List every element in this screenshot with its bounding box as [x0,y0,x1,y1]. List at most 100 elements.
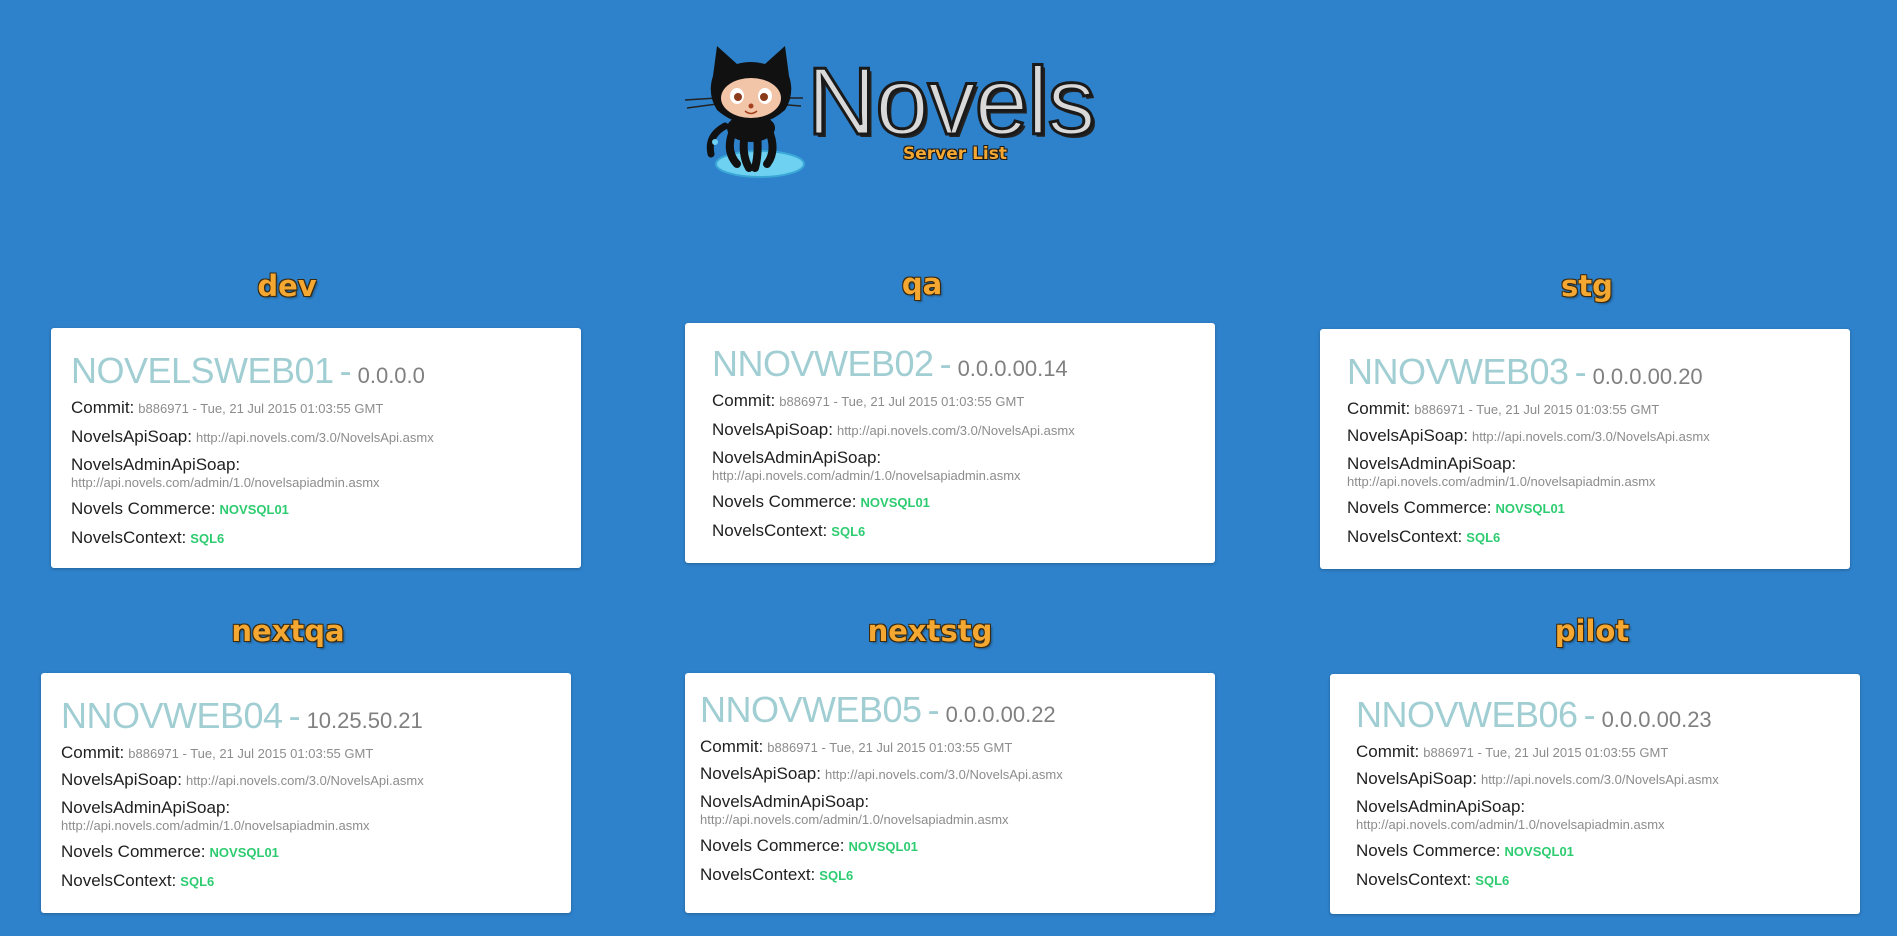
commit-label: Commit: [61,743,125,762]
commerce-db: NOVSQL01 [209,845,279,861]
context-row: NovelsContext: SQL6 [71,528,434,548]
env-title-pilot: pilot [1554,614,1630,648]
soap-url: http://api.novels.com/3.0/NovelsApi.asmx [1471,428,1710,444]
context-row: NovelsContext: SQL6 [1347,527,1710,547]
commit-label: Commit: [1356,742,1420,761]
context-db: SQL6 [190,530,225,546]
server-separator: - [1574,351,1587,392]
page-subtitle: Server List [903,144,1007,164]
server-name: NNOVWEB05 [700,689,922,730]
commit-label: Commit: [71,398,135,417]
soap-row: NovelsApiSoap: http://api.novels.com/3.0/… [1356,769,1719,789]
context-row: NovelsContext: SQL6 [700,865,1063,885]
context-db: SQL6 [180,873,215,889]
server-separator: - [1583,694,1596,735]
context-db: SQL6 [819,867,854,883]
commerce-row: Novels Commerce: NOVSQL01 [71,499,434,519]
commit-label: Commit: [712,391,776,410]
commerce-db: NOVSQL01 [219,502,289,518]
logo-wordmark: Novels [805,48,1096,155]
context-db: SQL6 [831,523,866,539]
admin-soap-label: NovelsAdminApiSoap: [1347,454,1517,474]
context-label: NovelsContext: [61,870,177,890]
admin-soap-label: NovelsAdminApiSoap: [700,792,870,812]
commerce-db: NOVSQL01 [848,839,918,855]
commerce-row: Novels Commerce: NOVSQL01 [1347,498,1710,518]
site-logo: Novels Server List [675,36,1115,186]
soap-label: NovelsApiSoap: [712,419,833,439]
commerce-db: NOVSQL01 [1504,844,1574,860]
commerce-row: Novels Commerce: NOVSQL01 [700,836,1063,856]
commerce-label: Novels Commerce: [712,492,857,512]
server-heading: NNOVWEB05-0.0.0.00.22 [700,689,1063,731]
commerce-db: NOVSQL01 [1495,501,1565,517]
env-title-nextstg: nextstg [867,614,993,648]
context-label: NovelsContext: [1347,526,1463,546]
soap-row: NovelsApiSoap: http://api.novels.com/3.0/… [712,420,1075,440]
env-title-qa: qa [901,267,943,301]
soap-url: http://api.novels.com/3.0/NovelsApi.asmx [1480,771,1719,787]
soap-label: NovelsApiSoap: [1347,425,1468,445]
soap-label: NovelsApiSoap: [71,426,192,446]
server-separator: - [927,689,940,730]
server-name: NNOVWEB03 [1347,351,1569,392]
server-card-pilot: NNOVWEB06-0.0.0.00.23 Commit: b886971 - T… [1330,674,1860,914]
commerce-row: Novels Commerce: NOVSQL01 [712,492,1075,512]
context-row: NovelsContext: SQL6 [61,871,424,891]
soap-url: http://api.novels.com/3.0/NovelsApi.asmx [824,766,1063,782]
admin-soap-url: http://api.novels.com/admin/1.0/novelsap… [61,817,370,833]
commit-row: Commit: b886971 - Tue, 21 Jul 2015 01:03:… [1356,742,1719,762]
context-db: SQL6 [1466,529,1501,545]
context-row: NovelsContext: SQL6 [1356,870,1719,890]
server-separator: - [288,695,301,736]
admin-soap-label: NovelsAdminApiSoap: [712,448,882,468]
admin-soap-url: http://api.novels.com/admin/1.0/novelsap… [1347,473,1656,489]
admin-soap-url: http://api.novels.com/admin/1.0/novelsap… [712,467,1021,483]
commerce-label: Novels Commerce: [71,499,216,519]
commit-row: Commit: b886971 - Tue, 21 Jul 2015 01:03:… [61,743,424,763]
server-heading: NOVELSWEB01-0.0.0.0 [71,350,434,392]
commit-label: Commit: [1347,399,1411,418]
server-heading: NNOVWEB04-10.25.50.21 [61,695,424,737]
soap-url: http://api.novels.com/3.0/NovelsApi.asmx [195,429,434,445]
env-title-nextqa: nextqa [231,614,345,648]
context-db: SQL6 [1475,872,1510,888]
server-ip: 0.0.0.00.20 [1592,364,1703,389]
context-label: NovelsContext: [71,527,187,547]
server-heading: NNOVWEB06-0.0.0.00.23 [1356,694,1719,736]
admin-soap-url: http://api.novels.com/admin/1.0/novelsap… [1356,816,1665,832]
admin-soap-url: http://api.novels.com/admin/1.0/novelsap… [71,474,380,490]
commerce-row: Novels Commerce: NOVSQL01 [1356,841,1719,861]
commit-label: Commit: [700,737,764,756]
soap-label: NovelsApiSoap: [1356,768,1477,788]
commerce-label: Novels Commerce: [1347,498,1492,518]
commerce-label: Novels Commerce: [1356,841,1501,861]
context-label: NovelsContext: [712,520,828,540]
commit-value: b886971 - Tue, 21 Jul 2015 01:03:55 GMT [1423,745,1669,760]
commit-row: Commit: b886971 - Tue, 21 Jul 2015 01:03:… [700,737,1063,757]
server-name: NNOVWEB02 [712,343,934,384]
commerce-row: Novels Commerce: NOVSQL01 [61,842,424,862]
commit-value: b886971 - Tue, 21 Jul 2015 01:03:55 GMT [767,740,1013,755]
server-ip: 10.25.50.21 [306,708,423,733]
server-name: NNOVWEB04 [61,695,283,736]
server-ip: 0.0.0.00.22 [945,702,1056,727]
soap-row: NovelsApiSoap: http://api.novels.com/3.0/… [1347,426,1710,446]
admin-soap-label: NovelsAdminApiSoap: [1356,797,1526,817]
commit-value: b886971 - Tue, 21 Jul 2015 01:03:55 GMT [779,394,1025,409]
context-label: NovelsContext: [700,864,816,884]
soap-row: NovelsApiSoap: http://api.novels.com/3.0/… [61,770,424,790]
context-row: NovelsContext: SQL6 [712,521,1075,541]
env-title-stg: stg [1561,269,1613,303]
server-card-dev: NOVELSWEB01-0.0.0.0 Commit: b886971 - Tue… [51,328,581,568]
soap-row: NovelsApiSoap: http://api.novels.com/3.0/… [71,427,434,447]
commit-row: Commit: b886971 - Tue, 21 Jul 2015 01:03:… [1347,399,1710,419]
server-ip: 0.0.0.0 [357,363,425,388]
octocat-icon [684,46,805,178]
server-ip: 0.0.0.00.14 [957,356,1068,381]
commit-value: b886971 - Tue, 21 Jul 2015 01:03:55 GMT [138,401,384,416]
server-card-nextstg: NNOVWEB05-0.0.0.00.22 Commit: b886971 - T… [685,673,1215,913]
env-title-dev: dev [257,269,317,303]
soap-label: NovelsApiSoap: [700,763,821,783]
soap-url: http://api.novels.com/3.0/NovelsApi.asmx [185,772,424,788]
